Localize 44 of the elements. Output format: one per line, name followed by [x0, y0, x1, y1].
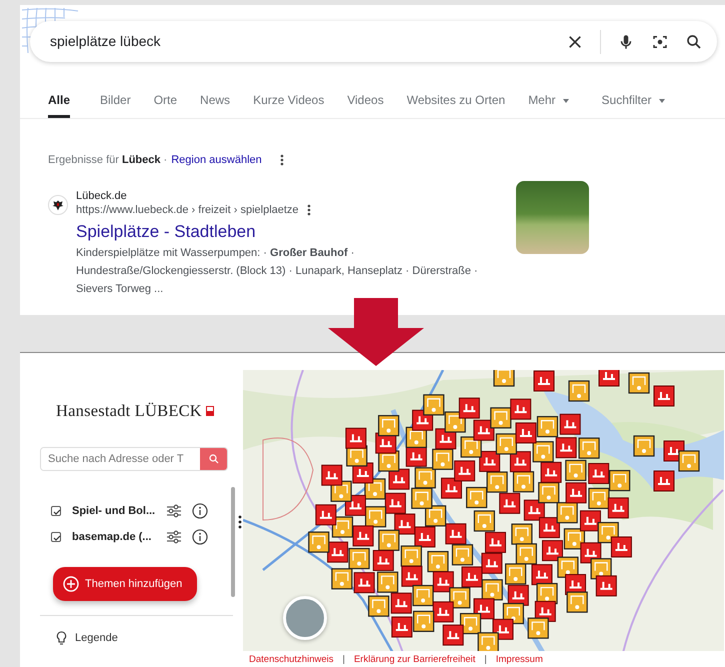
site-name: Lübeck.de	[76, 188, 128, 202]
search-bar[interactable]: spielplätze lübeck	[30, 21, 717, 62]
footer-separator: |	[342, 652, 345, 667]
dropdown-tab[interactable]: Mehr	[518, 91, 580, 118]
layer-checkbox[interactable]	[51, 532, 61, 542]
region-notice: Ergebnisse für Lübeck ·	[48, 153, 168, 168]
layer-name: Spiel- und Bol...	[72, 504, 156, 518]
footer-link[interactable]: Datenschutzhinweis	[249, 652, 334, 667]
search-input[interactable]: spielplätze lübeck	[48, 30, 566, 53]
dropdown-tab[interactable]: Suchfilter	[592, 91, 676, 118]
lightbulb-icon	[56, 631, 67, 645]
search-icon	[208, 452, 220, 465]
eagle-icon	[48, 194, 68, 214]
search-button[interactable]	[200, 448, 227, 470]
region-link[interactable]: Region auswählen	[171, 152, 262, 168]
result-title-link[interactable]: Spielplätze - Stadtleben	[76, 220, 496, 242]
search-icon[interactable]	[685, 32, 703, 50]
scrollbar[interactable]	[231, 487, 235, 597]
search-tab[interactable]: Orte	[144, 91, 188, 118]
result-snippet: Kinderspielplätze mit Wasserpumpen: · Großer Bauhof · Hundestraße/Glockengiesserstr. (Block 13) · Lunapark, Hanseplatz · Dürerstraße · Sievers Torweg ...	[76, 246, 479, 296]
layer-checkbox[interactable]	[51, 506, 61, 516]
search-tab[interactable]: Websites zu Orten	[396, 91, 516, 118]
search-tab[interactable]: Kurze Videos	[243, 91, 334, 118]
search-tab[interactable]: News	[190, 91, 240, 118]
result-url: https://www.luebeck.de › freizeit › spielplaetze	[76, 202, 299, 216]
down-arrow-icon	[328, 298, 424, 366]
city-logo-text: Hansestadt LÜBECK	[56, 400, 202, 422]
map-drawing[interactable]	[243, 370, 725, 651]
layer-name: basemap.de (...	[72, 530, 152, 544]
more-options-icon[interactable]	[306, 204, 311, 216]
caret-icon	[658, 98, 666, 104]
add-themes-button[interactable]: Themen hinzufügen	[53, 566, 198, 601]
resize-handle-icon[interactable]	[238, 515, 242, 529]
search-tab[interactable]: Videos	[337, 91, 394, 118]
more-options-icon[interactable]	[280, 154, 284, 166]
footer-link[interactable]: Erklärung zur Barrierefreiheit	[354, 652, 476, 667]
footer-link[interactable]: Impressum	[496, 652, 543, 667]
search-tab[interactable]: Bilder	[90, 91, 141, 118]
legend-menu-item[interactable]: Legende	[56, 630, 118, 646]
plus-circle-icon	[63, 576, 79, 592]
caret-icon	[562, 98, 570, 104]
address-search-field[interactable]: Suche nach Adresse oder T	[40, 446, 228, 471]
footer-separator: |	[484, 652, 487, 667]
logo-mark-icon	[206, 406, 214, 416]
